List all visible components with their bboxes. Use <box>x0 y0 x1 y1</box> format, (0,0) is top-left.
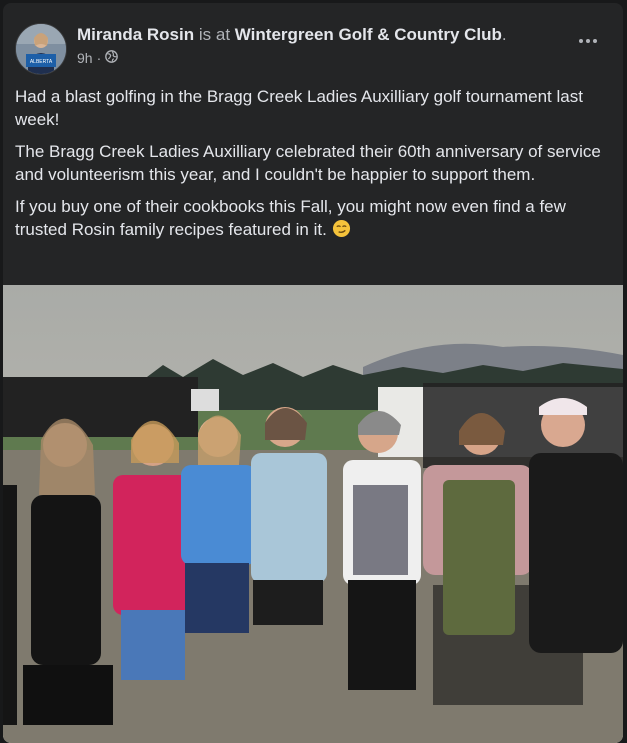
globe-icon <box>105 50 119 66</box>
smirk-emoji-icon <box>332 219 351 244</box>
post-paragraph-3: If you buy one of their cookbooks this F… <box>15 195 611 244</box>
post-header: ALBERTA Miranda Rosin is at Wintergreen … <box>15 21 611 77</box>
post-text: Had a blast golfing in the Bragg Creek L… <box>15 85 611 253</box>
avatar-sign-text: ALBERTA <box>30 59 53 65</box>
post-author-line: Miranda Rosin is at Wintergreen Golf & C… <box>77 25 507 45</box>
location-link[interactable]: Wintergreen Golf & Country Club <box>235 25 502 44</box>
avatar-image: ALBERTA <box>16 24 66 74</box>
post-timestamp[interactable]: 9h <box>77 50 93 66</box>
group-photo-image <box>3 285 623 743</box>
connector-text: is at <box>198 25 231 44</box>
time-separator: · <box>96 50 102 66</box>
post-photo[interactable] <box>3 285 623 743</box>
more-options-icon[interactable] <box>573 29 603 53</box>
post-time-line: 9h · <box>77 50 507 66</box>
post-paragraph-3-text: If you buy one of their cookbooks this F… <box>15 197 566 239</box>
post-meta: Miranda Rosin is at Wintergreen Golf & C… <box>77 25 507 66</box>
post-paragraph-1: Had a blast golfing in the Bragg Creek L… <box>15 87 583 129</box>
post-paragraph-2: The Bragg Creek Ladies Auxilliary celebr… <box>15 142 601 184</box>
author-avatar[interactable]: ALBERTA <box>15 23 67 75</box>
post-card: ALBERTA Miranda Rosin is at Wintergreen … <box>3 3 623 743</box>
author-name[interactable]: Miranda Rosin <box>77 25 194 44</box>
location-suffix: . <box>501 25 507 44</box>
